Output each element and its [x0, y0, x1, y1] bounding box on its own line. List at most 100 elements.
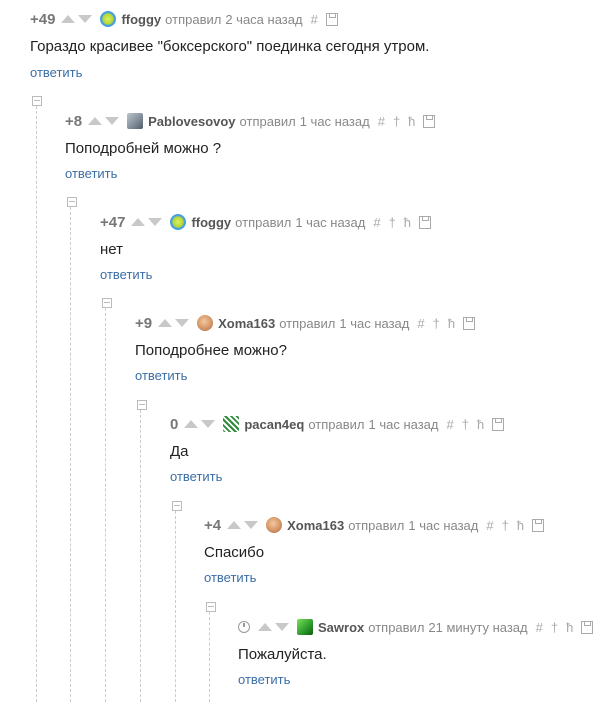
- collapse-toggle[interactable]: [102, 298, 112, 308]
- vote-arrows: [184, 420, 218, 428]
- hash-link-icon[interactable]: #: [311, 12, 318, 27]
- branch-icon[interactable]: ћ: [477, 417, 484, 432]
- comment-time[interactable]: 2 часа назад: [225, 12, 302, 27]
- pin-icon[interactable]: †: [502, 518, 509, 533]
- comment-time[interactable]: 1 час назад: [408, 518, 478, 533]
- comment-header: +47 ffoggy отправил 1 час назад # † ћ: [100, 212, 437, 232]
- reply-link[interactable]: ответить: [135, 368, 187, 383]
- collapse-toggle[interactable]: [206, 602, 216, 612]
- comment-action: отправил: [239, 113, 296, 129]
- thread-line: [140, 410, 141, 702]
- comment: +4 Xoma163 отправил 1 час назад # † ћ: [204, 515, 550, 535]
- avatar[interactable]: [266, 517, 283, 533]
- comment-rating: +49: [30, 10, 56, 28]
- comment-header: +9 Xoma163 отправил 1 час назад # † ћ: [135, 313, 481, 333]
- thread-line: [209, 612, 210, 702]
- branch-icon[interactable]: ћ: [408, 114, 415, 129]
- downvote-icon[interactable]: [275, 623, 289, 631]
- comment-author[interactable]: Xoma163: [287, 518, 344, 533]
- avatar[interactable]: [127, 113, 144, 129]
- comment-time[interactable]: 1 час назад: [300, 114, 370, 129]
- pin-icon[interactable]: †: [433, 316, 440, 331]
- collapse-toggle[interactable]: [137, 400, 147, 410]
- comment: Sawrox отправил 21 минуту назад # † ћ: [238, 617, 599, 637]
- save-icon[interactable]: [532, 518, 545, 532]
- pin-icon[interactable]: †: [389, 215, 396, 230]
- downvote-icon[interactable]: [105, 117, 120, 125]
- comment-rating: +8: [65, 112, 83, 130]
- collapse-toggle[interactable]: [67, 197, 77, 207]
- comment-author[interactable]: ffoggy: [191, 215, 231, 230]
- upvote-icon[interactable]: [258, 623, 272, 631]
- save-icon[interactable]: [325, 12, 338, 26]
- hash-link-icon[interactable]: #: [446, 417, 453, 432]
- branch-icon[interactable]: ћ: [404, 215, 411, 230]
- vote-arrows: [158, 319, 192, 327]
- save-icon[interactable]: [492, 417, 505, 431]
- save-icon[interactable]: [463, 316, 476, 330]
- save-icon[interactable]: [423, 114, 436, 128]
- comment-author[interactable]: Sawrox: [318, 620, 364, 635]
- upvote-icon[interactable]: [227, 521, 242, 529]
- comment-action: отправил: [308, 416, 365, 432]
- collapse-toggle[interactable]: [32, 96, 42, 106]
- thread-line: [105, 308, 106, 702]
- hash-link-icon[interactable]: #: [373, 215, 380, 230]
- comment-time[interactable]: 21 минуту назад: [428, 620, 527, 635]
- reply-link[interactable]: ответить: [100, 267, 152, 282]
- avatar[interactable]: [170, 214, 187, 230]
- comment-author[interactable]: ffoggy: [121, 12, 161, 27]
- pin-icon[interactable]: †: [393, 114, 400, 129]
- hash-link-icon[interactable]: #: [417, 316, 424, 331]
- comment-text: Поподробнее можно?: [135, 342, 287, 359]
- comment-time[interactable]: 1 час назад: [295, 215, 365, 230]
- hash-link-icon[interactable]: #: [486, 518, 493, 533]
- upvote-icon[interactable]: [88, 117, 103, 125]
- upvote-icon[interactable]: [184, 420, 199, 428]
- comment-header: Sawrox отправил 21 минуту назад # † ћ: [238, 617, 599, 637]
- reply-link[interactable]: ответить: [238, 672, 290, 687]
- upvote-icon[interactable]: [158, 319, 173, 327]
- vote-arrows: [61, 15, 95, 23]
- downvote-icon[interactable]: [175, 319, 190, 327]
- comment-header: +49 ffoggy отправил 2 часа назад #: [30, 9, 344, 29]
- branch-icon[interactable]: ћ: [566, 620, 573, 635]
- avatar[interactable]: [297, 619, 313, 635]
- comment-action: отправил: [348, 517, 405, 533]
- avatar[interactable]: [197, 315, 214, 331]
- comment-author[interactable]: Xoma163: [218, 316, 275, 331]
- reply-link[interactable]: ответить: [65, 166, 117, 181]
- vote-arrows: [88, 117, 122, 125]
- hash-link-icon[interactable]: #: [536, 620, 543, 635]
- upvote-icon[interactable]: [61, 15, 76, 23]
- collapse-toggle[interactable]: [172, 501, 182, 511]
- downvote-icon[interactable]: [78, 15, 93, 23]
- hash-link-icon[interactable]: #: [378, 114, 385, 129]
- comment-time[interactable]: 1 час назад: [339, 316, 409, 331]
- comment-author[interactable]: pacan4eq: [244, 417, 304, 432]
- downvote-icon[interactable]: [201, 420, 216, 428]
- branch-icon[interactable]: ћ: [517, 518, 524, 533]
- comment: 0 pacan4eq отправил 1 час назад # † ћ: [170, 414, 510, 434]
- comment-author[interactable]: Pablovesovoy: [148, 114, 235, 129]
- downvote-icon[interactable]: [244, 521, 259, 529]
- reply-link[interactable]: ответить: [30, 65, 82, 80]
- avatar[interactable]: [223, 416, 240, 432]
- reply-link[interactable]: ответить: [204, 570, 256, 585]
- avatar[interactable]: [100, 11, 117, 27]
- pin-icon[interactable]: †: [551, 620, 558, 635]
- thread-line: [175, 511, 176, 702]
- downvote-icon[interactable]: [148, 218, 163, 226]
- reply-link[interactable]: ответить: [170, 469, 222, 484]
- branch-icon[interactable]: ћ: [448, 316, 455, 331]
- pin-icon[interactable]: †: [462, 417, 469, 432]
- comment-header: +4 Xoma163 отправил 1 час назад # † ћ: [204, 515, 550, 535]
- save-icon[interactable]: [419, 215, 432, 229]
- vote-arrows: [258, 623, 292, 631]
- comment-text: Пожалуйста.: [238, 646, 327, 663]
- comment-time[interactable]: 1 час назад: [368, 417, 438, 432]
- save-icon[interactable]: [581, 620, 594, 634]
- comment: +49 ffoggy отправил 2 часа назад #: [30, 9, 344, 29]
- comment-text: Гораздо красивее "боксерского" поединка …: [30, 38, 430, 55]
- upvote-icon[interactable]: [131, 218, 146, 226]
